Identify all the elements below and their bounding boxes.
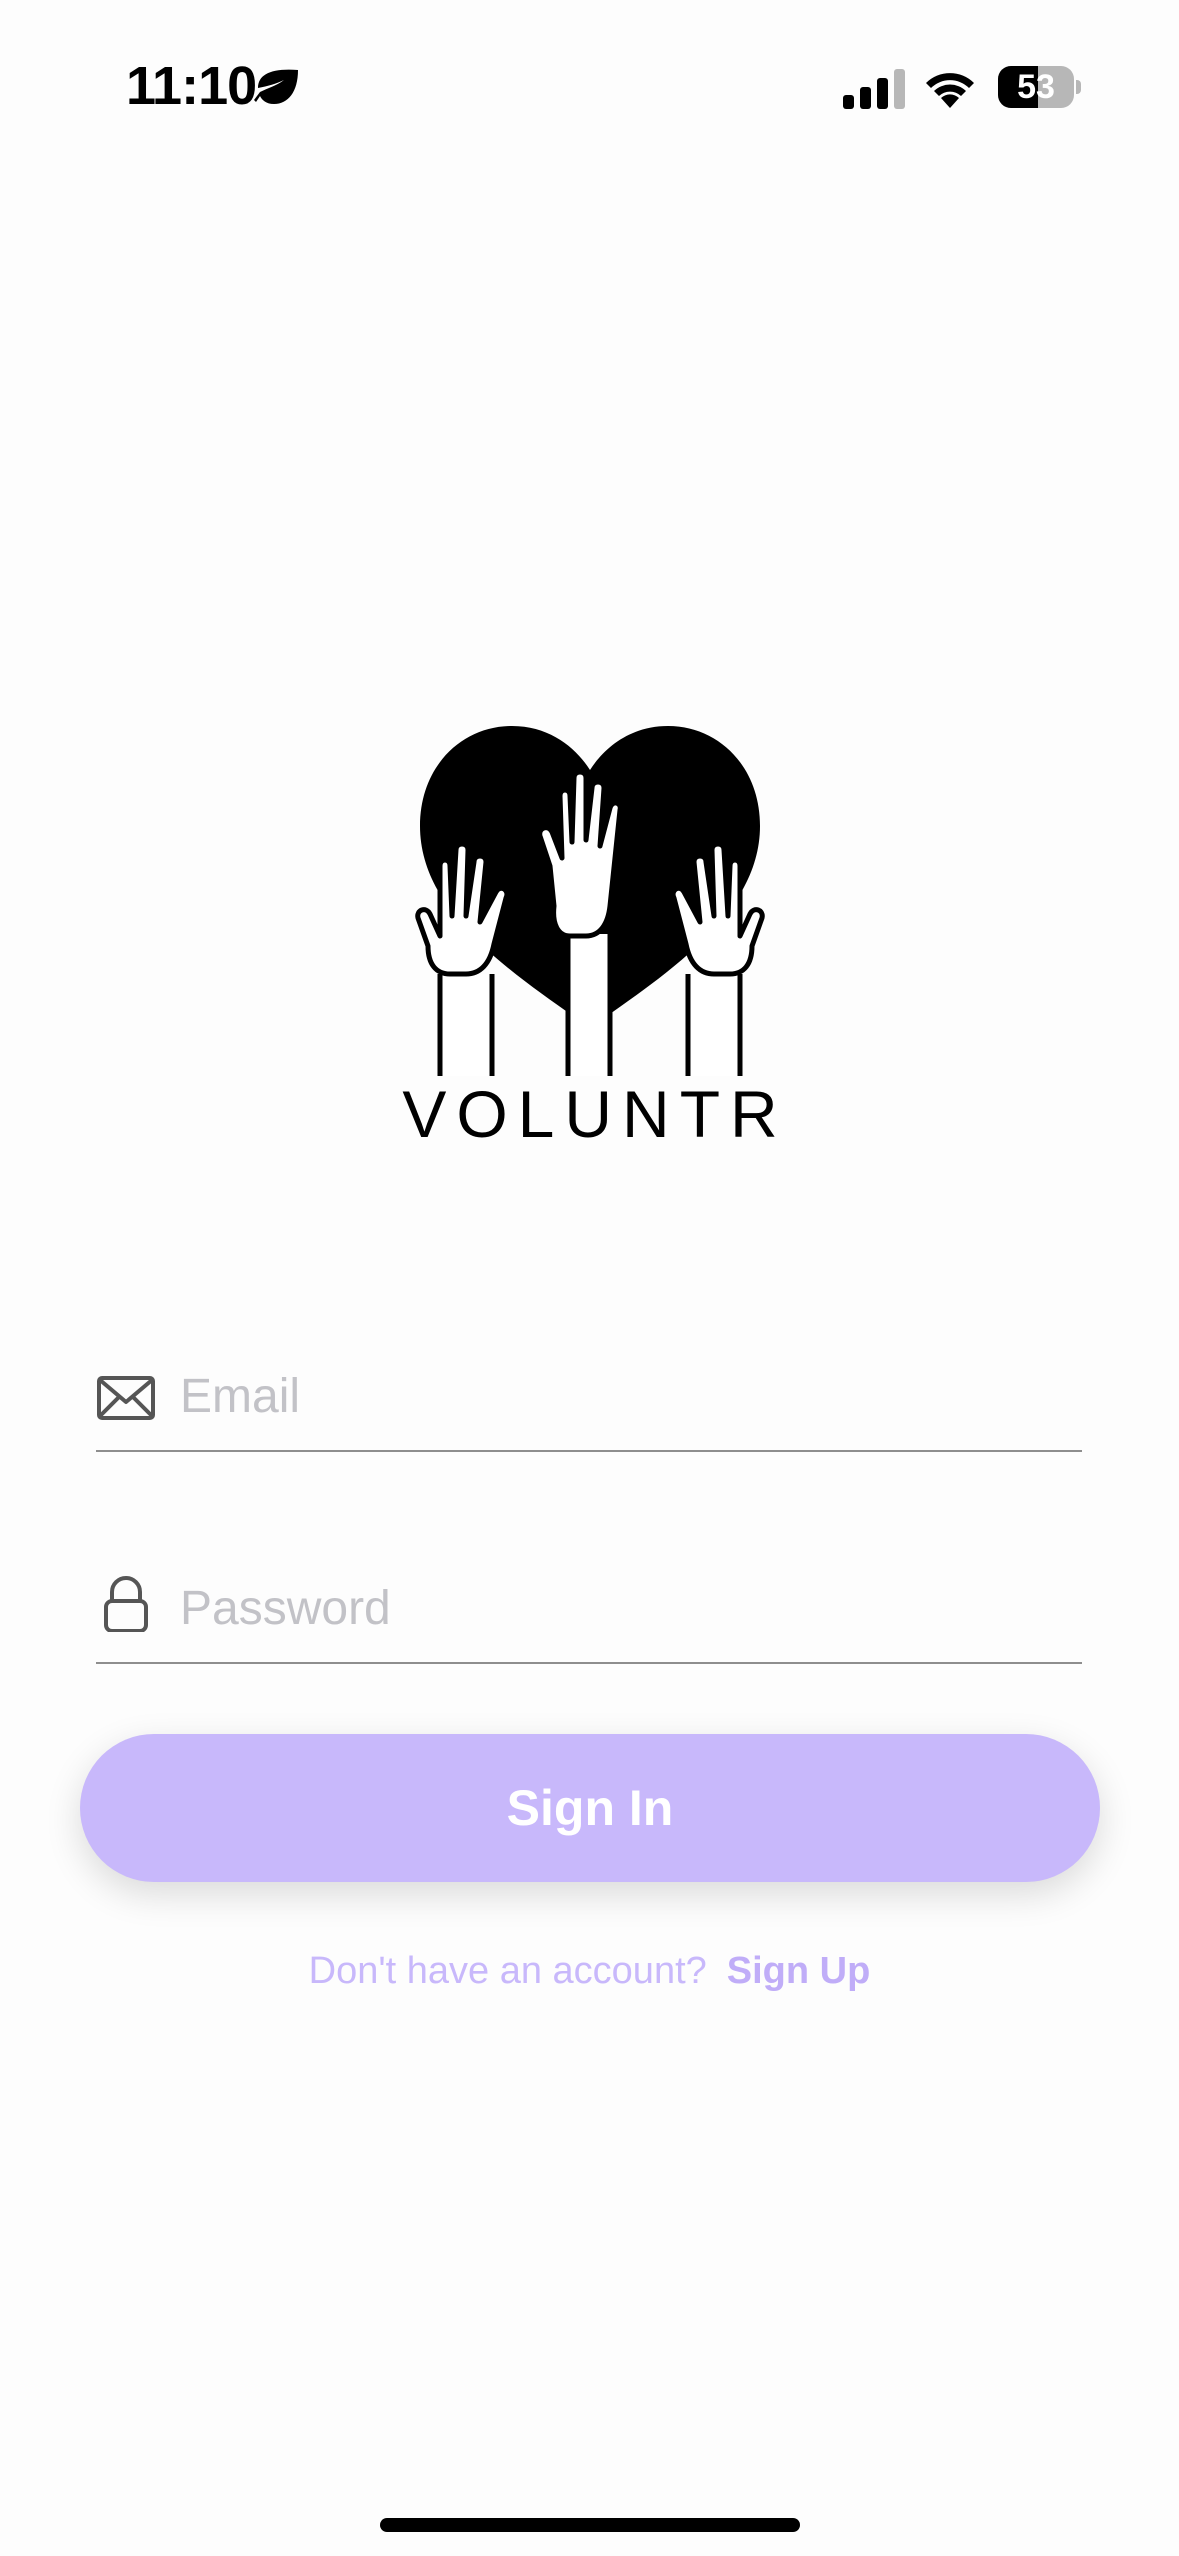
leaf-icon bbox=[254, 69, 298, 104]
cellular-signal-icon bbox=[843, 69, 905, 109]
password-input[interactable] bbox=[180, 1576, 1060, 1640]
password-field[interactable] bbox=[96, 1562, 1082, 1664]
sign-up-prompt: Don't have an account? bbox=[308, 1950, 707, 1992]
battery-percent: 53 bbox=[1017, 68, 1055, 106]
battery-tip bbox=[1076, 80, 1081, 94]
home-indicator[interactable] bbox=[380, 2518, 800, 2532]
battery-body: 53 bbox=[998, 66, 1074, 108]
sign-in-button[interactable]: Sign In bbox=[80, 1734, 1100, 1882]
lock-icon bbox=[104, 1576, 148, 1632]
sign-up-row: Don't have an account? Sign Up bbox=[0, 1946, 1179, 1996]
heart-with-raised-hands-icon bbox=[415, 726, 765, 1076]
email-input[interactable] bbox=[180, 1364, 1060, 1428]
app-wordmark: VOLUNTR bbox=[402, 1077, 788, 1151]
battery-indicator: 53 bbox=[998, 66, 1082, 108]
status-time: 11:10 bbox=[126, 56, 257, 116]
email-field[interactable] bbox=[96, 1350, 1082, 1452]
envelope-icon bbox=[97, 1376, 155, 1420]
wifi-icon bbox=[926, 73, 974, 108]
sign-up-link[interactable]: Sign Up bbox=[727, 1950, 871, 1992]
